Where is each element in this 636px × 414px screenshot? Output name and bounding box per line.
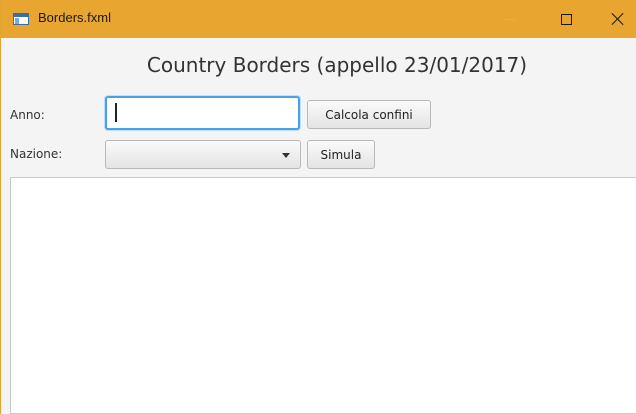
- app-window-icon: [13, 13, 29, 25]
- app-window: Borders.fxml Country Borders (appello 23…: [0, 0, 636, 414]
- anno-input[interactable]: [105, 96, 300, 130]
- output-text-area[interactable]: [10, 177, 636, 414]
- chevron-down-icon: [282, 153, 290, 158]
- close-icon: [611, 12, 625, 26]
- nazione-label: Nazione:: [10, 147, 63, 161]
- anno-label: Anno:: [10, 108, 45, 122]
- simula-button[interactable]: Simula: [307, 140, 375, 169]
- minimize-button[interactable]: [487, 0, 533, 38]
- title-bar[interactable]: Borders.fxml: [1, 0, 636, 38]
- minimize-icon: [505, 18, 515, 20]
- maximize-icon: [560, 13, 572, 25]
- calcola-confini-button[interactable]: Calcola confini: [307, 100, 431, 129]
- text-caret: [115, 103, 117, 122]
- page-title: Country Borders (appello 23/01/2017): [146, 53, 528, 77]
- close-button[interactable]: [595, 0, 636, 38]
- maximize-button[interactable]: [543, 0, 589, 38]
- content-pane: Country Borders (appello 23/01/2017) Ann…: [1, 38, 636, 414]
- nazione-dropdown[interactable]: [105, 140, 301, 169]
- window-title: Borders.fxml: [38, 10, 111, 25]
